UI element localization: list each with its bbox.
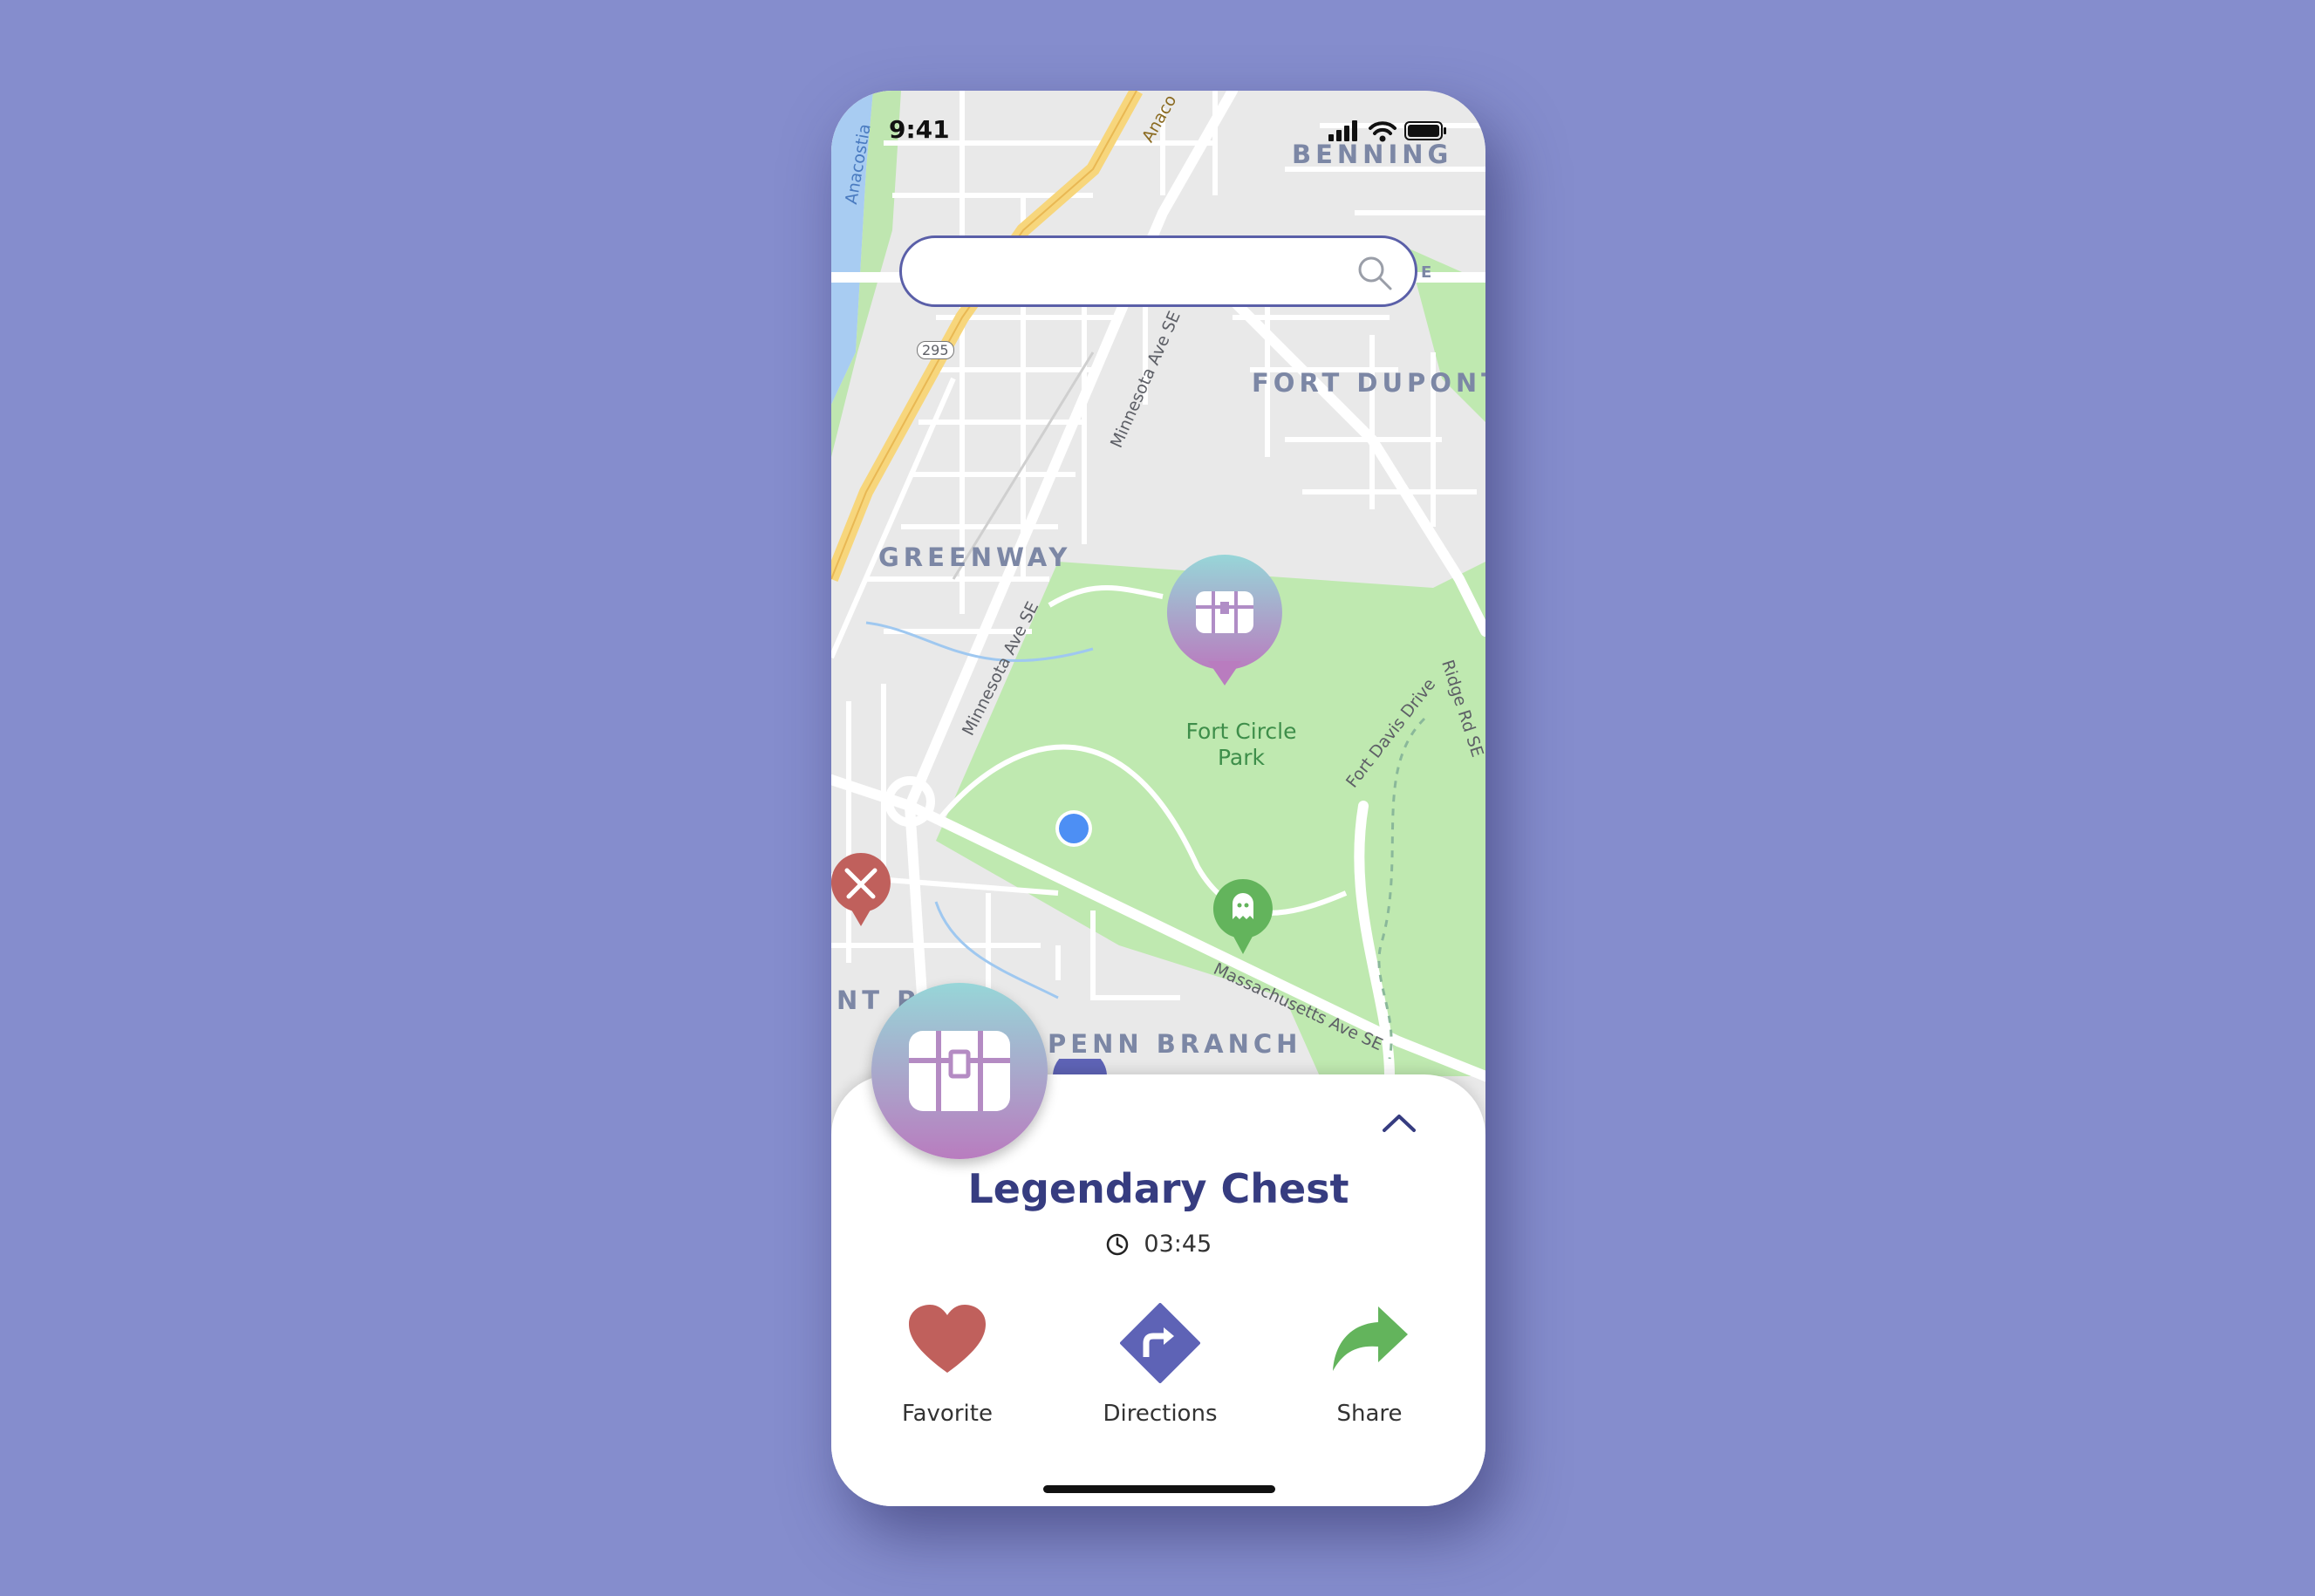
heart-icon [909,1305,986,1373]
wifi-icon [1369,121,1397,135]
search-input[interactable] [899,235,1417,307]
area-label-partial-e: E [1421,263,1432,282]
status-icons [1328,120,1446,142]
chest-avatar [871,983,1048,1159]
ghost-icon [1233,893,1253,919]
timer: 03:45 [831,1230,1485,1258]
treasure-chest-icon [909,1031,1010,1111]
phone-frame: BENNING FORT DUPONT GREENWAY PENN BRANCH… [831,91,1485,1506]
park-label: Fort Circle Park [1180,719,1302,771]
share-button[interactable]: Share [1291,1303,1448,1434]
area-label-penn-branch: PENN BRANCH [1048,1029,1302,1059]
park-label-line-1: Fort Circle [1185,719,1297,744]
item-title: Legendary Chest [967,1165,1349,1212]
timer-value: 03:45 [1144,1231,1212,1258]
share-icon [1333,1306,1408,1371]
share-label: Share [1336,1401,1403,1427]
signal-icon [1328,120,1357,141]
area-label-benning: BENNING [1292,140,1453,169]
partial-marker [1053,1059,1107,1076]
battle-marker[interactable] [831,851,892,930]
search-icon[interactable] [1356,254,1394,292]
park-label-line-2: Park [1217,745,1266,770]
clock-icon [1106,1233,1129,1255]
area-label-greenway: GREENWAY [878,542,1072,572]
highway-shield-295: 295 [917,341,954,359]
battery-icon [1404,121,1446,140]
chevron-up-icon[interactable] [1379,1109,1419,1136]
directions-icon [1120,1303,1200,1383]
user-location-dot [1055,810,1092,847]
directions-button[interactable]: Directions [1082,1303,1239,1434]
directions-label: Directions [1103,1401,1218,1427]
status-time: 9:41 [889,115,950,144]
home-indicator[interactable] [1043,1485,1275,1493]
area-label-fort-dupont: FORT DUPONT [1252,368,1485,398]
ghost-marker[interactable] [1212,877,1274,958]
favorite-button[interactable]: Favorite [869,1303,1026,1434]
favorite-label: Favorite [902,1401,993,1427]
chest-marker[interactable] [1164,553,1285,692]
